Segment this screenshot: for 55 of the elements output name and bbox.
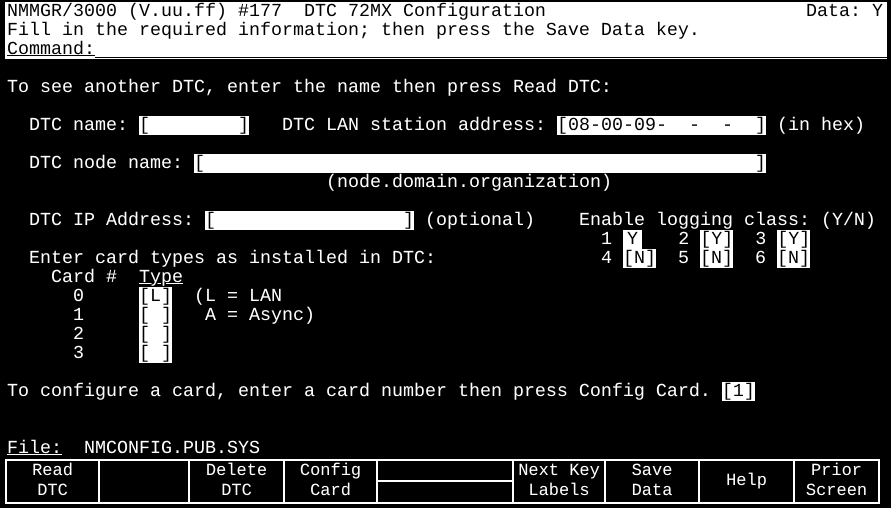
input-field[interactable]: [1] (722, 382, 755, 401)
class-number: 2 (678, 230, 690, 249)
softkey-button[interactable]: Save Data (606, 461, 700, 504)
config-prompt: To configure a card, enter a card number then press Config Card. (7, 382, 711, 401)
input-field[interactable]: [N] (700, 249, 733, 268)
input-field[interactable]: [08-00-09- - - ] (556, 116, 766, 135)
softkey-button[interactable]: Next Key Labels (514, 461, 606, 504)
legend-text: (L = LAN (194, 287, 282, 306)
input-field[interactable]: [ ] (139, 344, 172, 363)
command-label: Command: (7, 40, 95, 59)
softkey-button[interactable] (378, 461, 514, 504)
card-number: 1 (73, 306, 84, 325)
input-field[interactable]: Y (623, 230, 642, 249)
card-number: 3 (73, 344, 84, 363)
field-label: DTC IP Address: (29, 211, 194, 230)
file-name: NMCONFIG.PUB.SYS (84, 439, 260, 458)
softkey-button[interactable]: Read DTC (5, 461, 100, 504)
field-label: DTC LAN station address: (282, 116, 546, 135)
column-header: Card # (51, 268, 117, 287)
logging-label: Enable logging class: (Y/N) (578, 211, 876, 230)
card-number: 0 (73, 287, 84, 306)
class-number: 6 (754, 249, 766, 268)
input-field[interactable]: [L] (139, 287, 172, 306)
class-number: 1 (601, 230, 612, 249)
read-prompt: To see another DTC, enter the name then press Read DTC: (7, 78, 612, 97)
data-status: Data: Y (806, 2, 883, 21)
input-field[interactable]: [N] (776, 249, 810, 268)
input-field[interactable]: [ ] (139, 306, 172, 325)
input-field[interactable]: [Y] (777, 230, 810, 249)
softkey-button[interactable]: Config Card (285, 461, 378, 504)
class-number: 4 (600, 249, 612, 268)
input-field[interactable]: [ ] (139, 116, 249, 135)
input-field[interactable]: [ ] (139, 325, 172, 344)
legend-text: A = Async) (205, 306, 315, 325)
softkey-button[interactable]: Help (700, 461, 795, 504)
softkey-button[interactable] (100, 461, 190, 504)
column-header: Type (139, 268, 183, 287)
field-label: DTC node name: (29, 154, 183, 173)
field-note: (in hex) (776, 116, 865, 135)
softkey-button[interactable]: Delete DTC (190, 461, 285, 504)
softkey-button[interactable]: Prior Screen (795, 461, 880, 504)
input-field[interactable]: [Y] (700, 230, 734, 249)
class-number: 3 (755, 230, 766, 249)
instruction-message: Fill in the required information; then press the Save Data key. (7, 21, 700, 40)
input-field[interactable]: [ ] (194, 154, 766, 173)
screen-title: NMMGR/3000 (V.uu.ff) #177 DTC 72MX Configuration (7, 2, 546, 21)
input-field[interactable]: [ ] (204, 211, 414, 230)
field-hint: (node.domain.organization) (326, 173, 612, 192)
input-field[interactable]: [N] (622, 249, 656, 268)
card-number: 2 (73, 325, 84, 344)
field-note: (optional) (424, 211, 535, 230)
file-label: File: (7, 439, 62, 458)
field-label: DTC name: (29, 116, 128, 135)
class-number: 5 (678, 249, 689, 268)
cards-prompt: Enter card types as installed in DTC: (29, 249, 436, 268)
